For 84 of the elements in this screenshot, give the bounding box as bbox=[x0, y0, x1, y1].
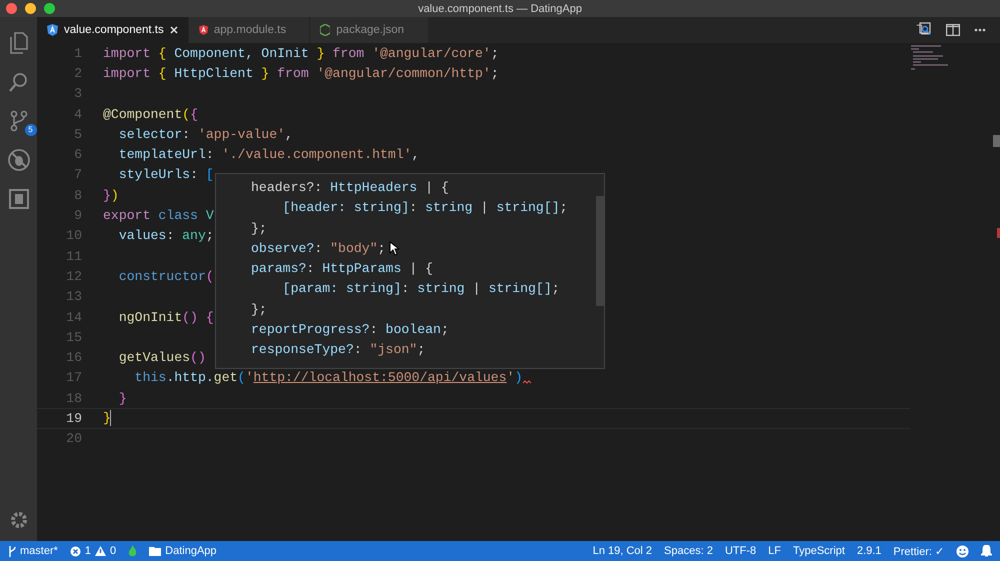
line-number: 17 bbox=[65, 370, 82, 386]
type-signature-line: }; bbox=[251, 300, 267, 319]
line-number: 12 bbox=[65, 268, 82, 284]
code-line: styleUrls: [ bbox=[118, 167, 214, 182]
line-number: 1 bbox=[73, 46, 82, 61]
editor-tab[interactable]: app.module.ts bbox=[188, 17, 310, 43]
split-editor-icon[interactable] bbox=[946, 24, 960, 36]
window-title: value.component.ts — DatingApp bbox=[418, 2, 582, 14]
line-number: 13 bbox=[65, 289, 82, 304]
type-signature-line: }; bbox=[251, 220, 267, 238]
code-line: selector: 'app-value', bbox=[118, 126, 293, 142]
code-line: getValues() bbox=[118, 350, 206, 366]
error-icon bbox=[70, 546, 81, 556]
line-number: 20 bbox=[65, 431, 82, 446]
type-signature-line: [header: string]: string | string[]; bbox=[282, 199, 568, 218]
line-number: 19 bbox=[65, 410, 82, 426]
line-number: 11 bbox=[65, 248, 82, 264]
line-number: 2 bbox=[73, 66, 82, 81]
line-number: 9 bbox=[73, 208, 82, 224]
type-signature-line: responseType?: "json"; bbox=[251, 341, 426, 360]
warning-icon bbox=[95, 546, 106, 556]
changes-badge: 5 bbox=[24, 124, 36, 136]
status-item[interactable]: LF bbox=[768, 545, 781, 557]
close-window-button[interactable] bbox=[6, 3, 17, 14]
line-number: 18 bbox=[65, 390, 82, 406]
code-line: }) bbox=[103, 188, 119, 203]
type-signature-line: params?: HttpParams | { bbox=[251, 260, 434, 278]
line-number: 16 bbox=[65, 350, 82, 366]
branch-icon bbox=[8, 546, 16, 556]
code-line: @Component({ bbox=[103, 106, 198, 122]
letter-a-shield-icon bbox=[198, 24, 208, 36]
maximize-window-button[interactable] bbox=[44, 3, 55, 14]
status-item[interactable]: 2.9.1 bbox=[856, 545, 882, 557]
error-marker bbox=[997, 228, 1000, 238]
problems-indicator[interactable]: 1 0 bbox=[70, 545, 116, 557]
code-line: values: any; bbox=[118, 228, 214, 244]
source-control-icon[interactable] bbox=[8, 110, 28, 132]
status-item[interactable]: Ln 19, Col 2 bbox=[592, 545, 652, 557]
code-line: import { Component, OnInit } from '@angular/core'; bbox=[103, 46, 499, 61]
more-icon[interactable] bbox=[974, 28, 986, 32]
editor-tab[interactable]: package.json bbox=[310, 17, 429, 43]
code-line: this.http.get('http://localhost:5000/api/values') bbox=[134, 370, 522, 386]
line-number: 10 bbox=[65, 228, 82, 244]
line-number: 4 bbox=[73, 106, 82, 122]
type-signature-line: observe?: "body"; bbox=[251, 240, 386, 258]
bell-icon[interactable] bbox=[981, 545, 992, 557]
letter-a-shield-icon bbox=[47, 24, 58, 36]
settings-icon[interactable] bbox=[10, 511, 28, 529]
code-line: constructor( bbox=[118, 268, 214, 284]
code-line: templateUrl: './value.component.html', bbox=[118, 147, 420, 162]
code-line: } bbox=[103, 410, 111, 426]
type-signature-line: headers?: HttpHeaders | { bbox=[251, 179, 449, 197]
line-number: 14 bbox=[65, 310, 82, 324]
status-item[interactable]: Spaces: 2 bbox=[664, 545, 713, 557]
line-number: 3 bbox=[73, 86, 82, 102]
folder-icon bbox=[149, 546, 162, 556]
status-item[interactable]: UTF-8 bbox=[724, 545, 756, 557]
extensions-icon[interactable] bbox=[8, 188, 28, 208]
no-bug-icon[interactable] bbox=[6, 148, 30, 172]
scrollbar-thumb[interactable] bbox=[596, 196, 604, 306]
line-number: 7 bbox=[73, 167, 82, 182]
scrollbar-thumb[interactable] bbox=[993, 135, 1000, 147]
status-item[interactable]: Prettier: ✓ bbox=[893, 544, 944, 558]
hexagon-icon bbox=[320, 24, 330, 36]
line-number: 6 bbox=[73, 147, 82, 162]
code-line: ngOnInit() { bbox=[118, 310, 214, 324]
code-line: import { HttpClient } from '@angular/common/http'; bbox=[103, 66, 499, 81]
code-line: export class V bbox=[103, 208, 214, 224]
line-number: 5 bbox=[73, 126, 82, 142]
code-line: } bbox=[118, 390, 127, 406]
folder-indicator[interactable]: DatingApp bbox=[149, 545, 217, 557]
mouse-pointer-icon bbox=[389, 241, 399, 256]
smiley-icon[interactable] bbox=[956, 544, 969, 558]
files-icon[interactable] bbox=[8, 32, 28, 54]
line-number: 8 bbox=[73, 188, 82, 203]
branch-indicator[interactable]: master* bbox=[8, 545, 58, 557]
line-number: 15 bbox=[65, 330, 82, 345]
close-icon[interactable] bbox=[170, 26, 178, 34]
type-signature-line: [param: string]: string | string[]; bbox=[282, 280, 560, 298]
search-icon[interactable] bbox=[8, 70, 30, 92]
status-item[interactable]: TypeScript bbox=[792, 545, 845, 557]
type-signature-line: reportProgress?: boolean; bbox=[251, 321, 449, 340]
minimize-window-button[interactable] bbox=[25, 3, 36, 14]
editor-tab[interactable]: value.component.ts bbox=[37, 17, 189, 43]
